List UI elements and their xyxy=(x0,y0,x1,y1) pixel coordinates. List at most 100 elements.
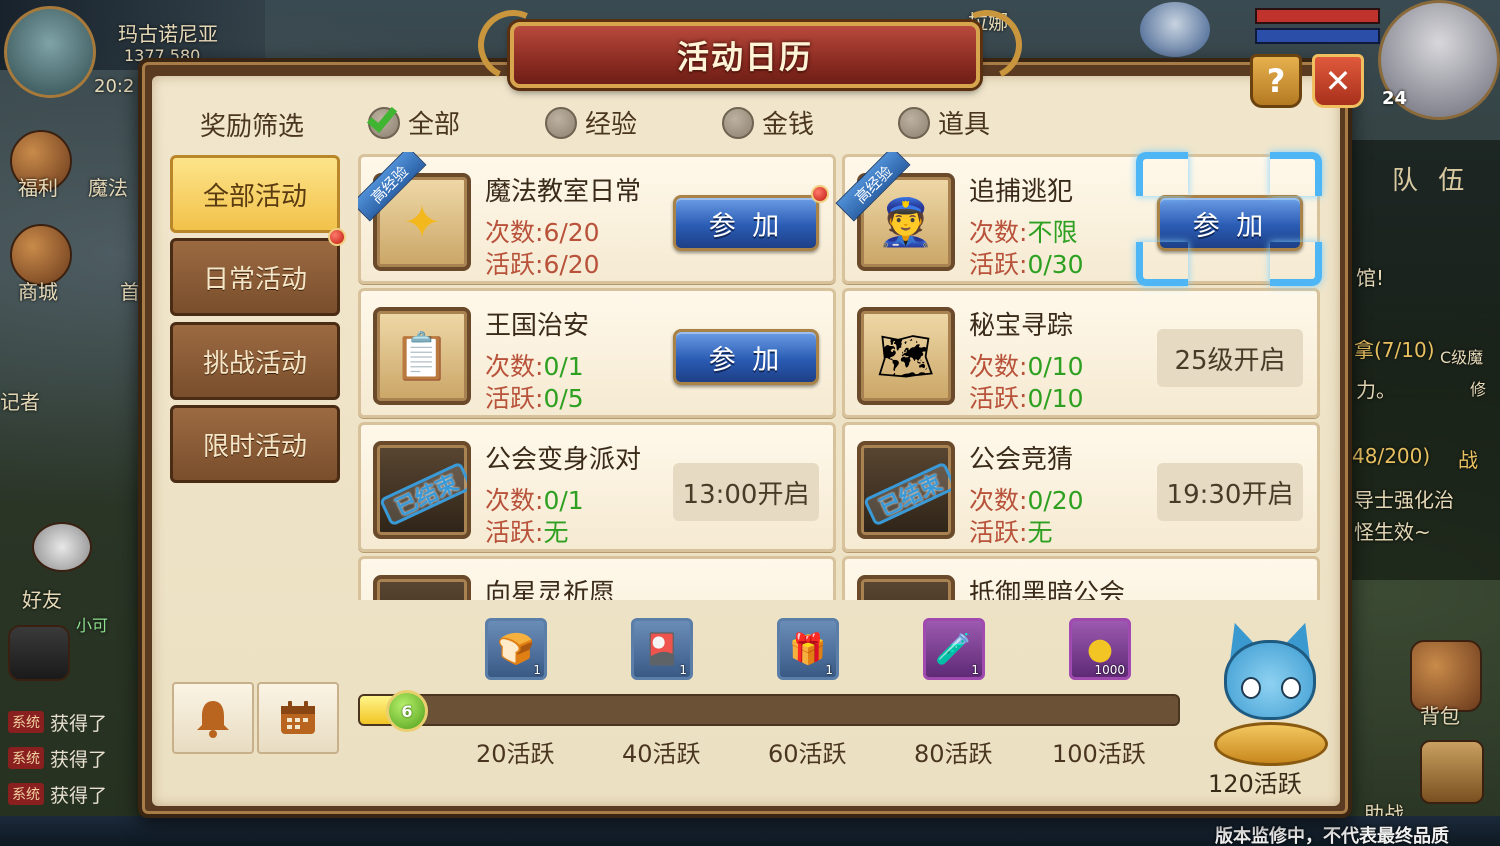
reward-slot-100[interactable]: ● 1000 xyxy=(1069,618,1131,680)
filter-option-items[interactable]: 道具 xyxy=(898,104,990,141)
quest-progress: 拿(7/10) xyxy=(1354,338,1435,362)
tier-label: 40活跃 xyxy=(622,740,701,768)
quest-text: 馆! xyxy=(1356,266,1385,290)
dialog-title-plate: 活动日历 xyxy=(510,22,980,88)
radio-unchecked[interactable] xyxy=(722,106,754,139)
reward-slot-80[interactable]: 🧪 1 xyxy=(923,618,985,680)
activity-points: 活跃:无 xyxy=(969,513,1052,549)
happy-cat-icon[interactable] xyxy=(1210,617,1338,772)
calendar-button[interactable] xyxy=(257,682,339,754)
quest-progress: 48/200) xyxy=(1352,444,1431,468)
tab-limited-activities[interactable]: 限时活动 xyxy=(170,405,340,483)
count-value: 0/10 xyxy=(1027,352,1084,381)
activity-name: 魔法教室日常 xyxy=(485,177,642,207)
activity-points: 活跃:0/10 xyxy=(969,379,1084,415)
player-level: 24 xyxy=(1382,88,1408,109)
activity-count: 次数:0/10 xyxy=(969,347,1084,383)
unlock-status: 25级开启 xyxy=(1157,329,1303,387)
reward-slot-40[interactable]: 🎴 1 xyxy=(631,618,693,680)
assist-icon[interactable] xyxy=(1420,740,1484,804)
count-label: 次数: xyxy=(969,486,1028,515)
reminder-button[interactable] xyxy=(172,682,254,754)
activity-points: 活跃:6/20 xyxy=(485,245,600,281)
open-time-status: 13:00开启 xyxy=(673,463,819,521)
system-chat-line: 系统 获得了 xyxy=(8,708,138,736)
reward-count: 1 xyxy=(971,663,979,677)
progress-value-badge: 6 xyxy=(386,690,428,732)
treasure-map-icon: 🗺 xyxy=(857,307,955,405)
points-label: 活跃: xyxy=(485,250,544,279)
close-button[interactable]: ✕ xyxy=(1312,54,1364,108)
activity-count: 次数:0/1 xyxy=(485,347,584,383)
location-name: 玛古诺尼亚 xyxy=(118,22,218,46)
count-label: 次数: xyxy=(969,218,1028,247)
tab-all-activities[interactable]: 全部活动 xyxy=(170,155,340,233)
dark-guild-icon xyxy=(857,575,955,600)
magic-label: 魔法 xyxy=(88,176,128,200)
filter-option-exp[interactable]: 经验 xyxy=(545,104,637,141)
highlight-corner xyxy=(1270,242,1322,286)
fish-icon xyxy=(1214,722,1328,766)
notice-board-icon: 📋 xyxy=(373,307,471,405)
tier-label: 80活跃 xyxy=(914,740,993,768)
chat-message: 获得了 xyxy=(50,748,108,771)
activity-name: 公会竞猜 xyxy=(969,445,1074,475)
quest-text: 修 xyxy=(1470,380,1487,399)
minimap-castle-icon[interactable] xyxy=(4,6,96,98)
radio-unchecked[interactable] xyxy=(545,106,577,139)
owl-npc-portrait[interactable] xyxy=(1140,2,1210,57)
guild-guess-icon: 已结束 xyxy=(857,441,955,539)
highlight-corner xyxy=(1136,152,1188,196)
reporter-label-partial: 记者 xyxy=(0,390,40,414)
hp-bar xyxy=(1255,8,1380,24)
chat-bubble-icon[interactable] xyxy=(8,625,70,681)
activity-card-guild-guess: 已结束 公会竞猜 次数:0/20 活跃:无 19:30开启 xyxy=(842,422,1320,552)
mp-bar xyxy=(1255,28,1380,44)
points-value: 0/30 xyxy=(1027,250,1084,279)
activity-card-guild-party: 已结束 公会变身派对 次数:0/1 活跃:无 13:00开启 xyxy=(358,422,836,552)
reward-slot-20[interactable]: 🍞 1 xyxy=(485,618,547,680)
tab-challenge-activities[interactable]: 挑战活动 xyxy=(170,322,340,400)
guild-party-icon: 已结束 xyxy=(373,441,471,539)
open-time-status: 19:30开启 xyxy=(1157,463,1303,521)
activity-name: 向星灵祈愿 xyxy=(485,579,616,600)
quest-text: 导士强化治 xyxy=(1354,488,1454,512)
activity-count: 次数:6/20 xyxy=(485,213,600,249)
highlight-corner xyxy=(1136,242,1188,286)
count-value: 不限 xyxy=(1027,218,1078,247)
cat-eye xyxy=(1281,677,1301,699)
team-tab[interactable]: 队 伍 xyxy=(1392,160,1470,197)
cat-eye xyxy=(1241,677,1261,699)
highlight-corner xyxy=(1270,152,1322,196)
system-chat-line: 系统 获得了 xyxy=(8,780,138,808)
join-button[interactable]: 参 加 xyxy=(673,195,819,251)
filter-option-label: 金钱 xyxy=(762,110,815,140)
points-label: 活跃: xyxy=(485,518,544,547)
home-label-partial: 首 xyxy=(120,280,140,304)
activity-count: 次数:不限 xyxy=(969,213,1077,249)
tab-daily-activities[interactable]: 日常活动 xyxy=(170,238,340,316)
reward-slot-60[interactable]: 🎁 1 xyxy=(777,618,839,680)
calendar-icon xyxy=(281,701,315,734)
activity-card-magic-class: ✦ 高经验 魔法教室日常 次数:6/20 活跃:6/20 参 加 xyxy=(358,152,836,284)
join-button[interactable]: 参 加 xyxy=(673,329,819,385)
friends-label: 好友 xyxy=(22,588,62,612)
check-icon xyxy=(366,100,398,133)
chat-message: 获得了 xyxy=(50,712,108,735)
filter-option-money[interactable]: 金钱 xyxy=(722,104,814,141)
bell-icon xyxy=(197,701,229,738)
tier-label: 100活跃 xyxy=(1052,740,1146,768)
radio-unchecked[interactable] xyxy=(898,106,930,139)
filter-option-all[interactable]: 全部 xyxy=(366,100,460,141)
green-potion-icon: 🧪 xyxy=(935,631,973,667)
count-value: 6/20 xyxy=(543,218,600,247)
count-value: 0/1 xyxy=(543,352,584,381)
help-button[interactable]: ? xyxy=(1250,54,1302,108)
points-label: 活跃: xyxy=(969,250,1028,279)
activity-count: 次数:0/20 xyxy=(969,481,1084,517)
system-chat-line: 系统 获得了 xyxy=(8,744,138,772)
radio-checked[interactable] xyxy=(366,100,400,139)
cat-head xyxy=(1224,640,1316,720)
friends-bubble-icon[interactable] xyxy=(32,522,92,572)
gold-coin-icon: ● xyxy=(1086,631,1114,667)
